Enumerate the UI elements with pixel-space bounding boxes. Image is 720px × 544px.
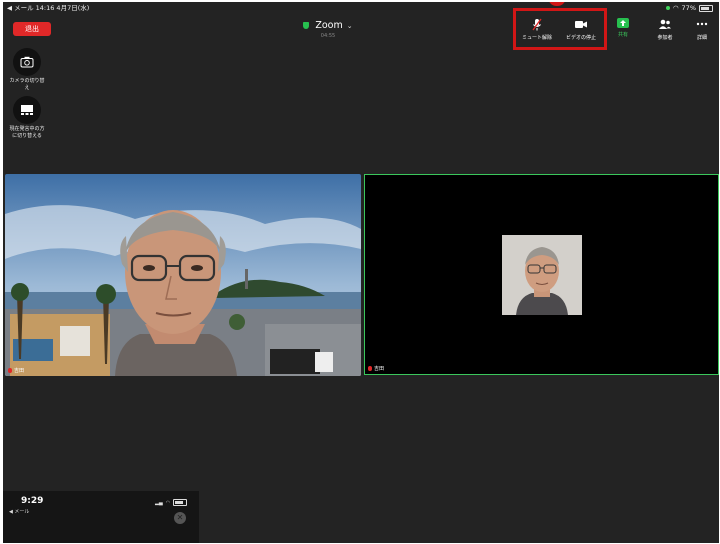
phone-overlay: 9:29 ◀ メール ▂▄ ◠ ✕ (3, 491, 199, 543)
participants-label: 参加者 (657, 35, 673, 41)
speaker-photo (502, 235, 582, 315)
switch-camera-label: カメラの切り替え (9, 78, 45, 91)
stop-video-label: ビデオの停止 (565, 35, 596, 41)
meeting-timer: 04:55 (320, 33, 336, 39)
encryption-shield-icon (303, 22, 310, 29)
switch-to-speaker-view-button[interactable]: 現在発言中の方に切り替える (9, 96, 45, 140)
leave-button[interactable]: 退出 (13, 22, 51, 36)
more-button[interactable]: 詳細 (680, 18, 719, 41)
name-chip-self: 吉田 (8, 367, 24, 374)
camera-switch-icon (20, 56, 34, 68)
meeting-title: Zoom (315, 20, 343, 31)
microphone-muted-icon (532, 18, 542, 31)
share-screen-icon (617, 18, 629, 28)
battery-icon (699, 4, 713, 12)
meeting-title-area[interactable]: Zoom ⌄ 04:55 (263, 20, 393, 39)
mute-button[interactable]: ミュート解除 (515, 18, 559, 41)
video-tile-self[interactable]: 吉田 (5, 174, 361, 376)
muted-mic-icon (8, 368, 12, 373)
stop-video-button[interactable]: ビデオの停止 (559, 18, 603, 41)
share-button[interactable]: 共有 (601, 18, 645, 38)
muted-mic-icon (368, 366, 372, 371)
recording-dot-icon (665, 6, 670, 10)
speaker-view-label: 現在発言中の方に切り替える (9, 126, 45, 139)
wifi-icon: ◠ (672, 4, 679, 12)
participant-name: 吉田 (14, 368, 25, 374)
mute-label: ミュート解除 (521, 35, 552, 41)
status-bar: ◀ メール 14:16 4月7日(水) ◠ 77% (3, 2, 719, 14)
chevron-down-icon: ⌄ (346, 22, 353, 30)
status-left-text: ◀ メール 14:16 4月7日(水) (7, 4, 90, 12)
name-chip-speaker: 吉田 (368, 365, 384, 372)
zoom-ipad-screen: ◀ メール 14:16 4月7日(水) ◠ 77% 退出 Zoom ⌄ 04:55… (3, 2, 719, 543)
signal-icon: ▂▄ (155, 499, 163, 506)
share-label: 共有 (617, 32, 628, 38)
switch-camera-button[interactable]: カメラの切り替え (9, 48, 45, 92)
wifi-icon: ◠ (165, 499, 171, 506)
status-right: ◠ 77% (665, 2, 713, 14)
battery-percent: 77% (681, 4, 696, 12)
video-tile-active-speaker[interactable]: 吉田 (364, 174, 719, 375)
close-icon[interactable]: ✕ (174, 512, 186, 524)
battery-icon (173, 499, 188, 506)
ellipsis-icon (696, 22, 708, 26)
phone-time: 9:29 (21, 496, 44, 506)
phone-status-icons: ▂▄ ◠ (155, 499, 188, 506)
video-camera-icon (575, 21, 587, 28)
speaker-view-icon (21, 105, 33, 115)
participant-name: 吉田 (374, 366, 385, 372)
participants-icon (659, 19, 671, 29)
more-label: 詳細 (696, 35, 707, 41)
phone-back-link[interactable]: ◀ メール (9, 508, 29, 515)
self-video-image (5, 174, 361, 376)
